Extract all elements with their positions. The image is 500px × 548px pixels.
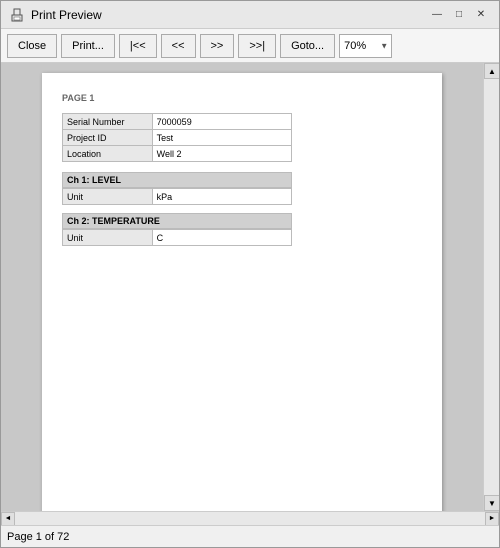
ch2-unit-label: Unit (63, 230, 153, 246)
ch1-unit-value: kPa (152, 189, 291, 205)
ch2-table: Unit C (62, 229, 292, 246)
location-label: Location (63, 146, 153, 162)
scroll-left-button[interactable]: ◄ (1, 512, 15, 526)
table-row: Unit C (63, 230, 292, 246)
page-label: PAGE 1 (62, 93, 422, 103)
prev-page-button[interactable]: << (161, 34, 196, 58)
ch1-table: Unit kPa (62, 188, 292, 205)
info-table: Serial Number 7000059 Project ID Test Lo… (62, 113, 292, 162)
bottom-area: ◄ ► Page 1 of 72 (1, 511, 499, 547)
print-button[interactable]: Print... (61, 34, 115, 58)
project-id-value: Test (152, 130, 291, 146)
serial-number-value: 7000059 (152, 114, 291, 130)
title-bar: Print Preview — □ ✕ (1, 1, 499, 29)
last-page-button[interactable]: >>| (238, 34, 276, 58)
main-area: PAGE 1 Serial Number 7000059 Project ID … (1, 63, 499, 511)
scroll-right-button[interactable]: ► (485, 512, 499, 526)
goto-button[interactable]: Goto... (280, 34, 335, 58)
table-row: Project ID Test (63, 130, 292, 146)
ch1-header: Ch 1: LEVEL (62, 172, 292, 188)
table-row: Serial Number 7000059 (63, 114, 292, 130)
project-id-label: Project ID (63, 130, 153, 146)
page-status: Page 1 of 72 (7, 531, 69, 543)
scroll-up-button[interactable]: ▲ (484, 63, 499, 79)
ch2-unit-value: C (152, 230, 291, 246)
zoom-wrapper: 50% 70% 100% 150% ▼ (339, 34, 392, 58)
ch2-header: Ch 2: TEMPERATURE (62, 213, 292, 229)
table-row: Location Well 2 (63, 146, 292, 162)
maximize-button[interactable]: □ (449, 6, 469, 24)
close-button[interactable]: Close (7, 34, 57, 58)
page-container: PAGE 1 Serial Number 7000059 Project ID … (42, 73, 442, 511)
close-window-button[interactable]: ✕ (471, 6, 491, 24)
window-title: Print Preview (31, 8, 102, 22)
window-controls: — □ ✕ (427, 6, 491, 24)
toolbar: Close Print... |<< << >> >>| Goto... 50%… (1, 29, 499, 63)
next-page-button[interactable]: >> (200, 34, 235, 58)
scroll-down-button[interactable]: ▼ (484, 495, 499, 511)
scroll-area[interactable]: PAGE 1 Serial Number 7000059 Project ID … (1, 63, 483, 511)
vertical-scrollbar: ▲ ▼ (483, 63, 499, 511)
table-row: Unit kPa (63, 189, 292, 205)
title-bar-left: Print Preview (9, 7, 102, 23)
ch1-unit-label: Unit (63, 189, 153, 205)
location-value: Well 2 (152, 146, 291, 162)
status-bar: Page 1 of 72 (1, 525, 499, 547)
serial-number-label: Serial Number (63, 114, 153, 130)
first-page-button[interactable]: |<< (119, 34, 157, 58)
horizontal-scrollbar: ◄ ► (1, 511, 499, 525)
zoom-select[interactable]: 50% 70% 100% 150% (339, 34, 392, 58)
scroll-track-vertical[interactable] (484, 79, 499, 495)
minimize-button[interactable]: — (427, 6, 447, 24)
printer-icon (9, 7, 25, 23)
